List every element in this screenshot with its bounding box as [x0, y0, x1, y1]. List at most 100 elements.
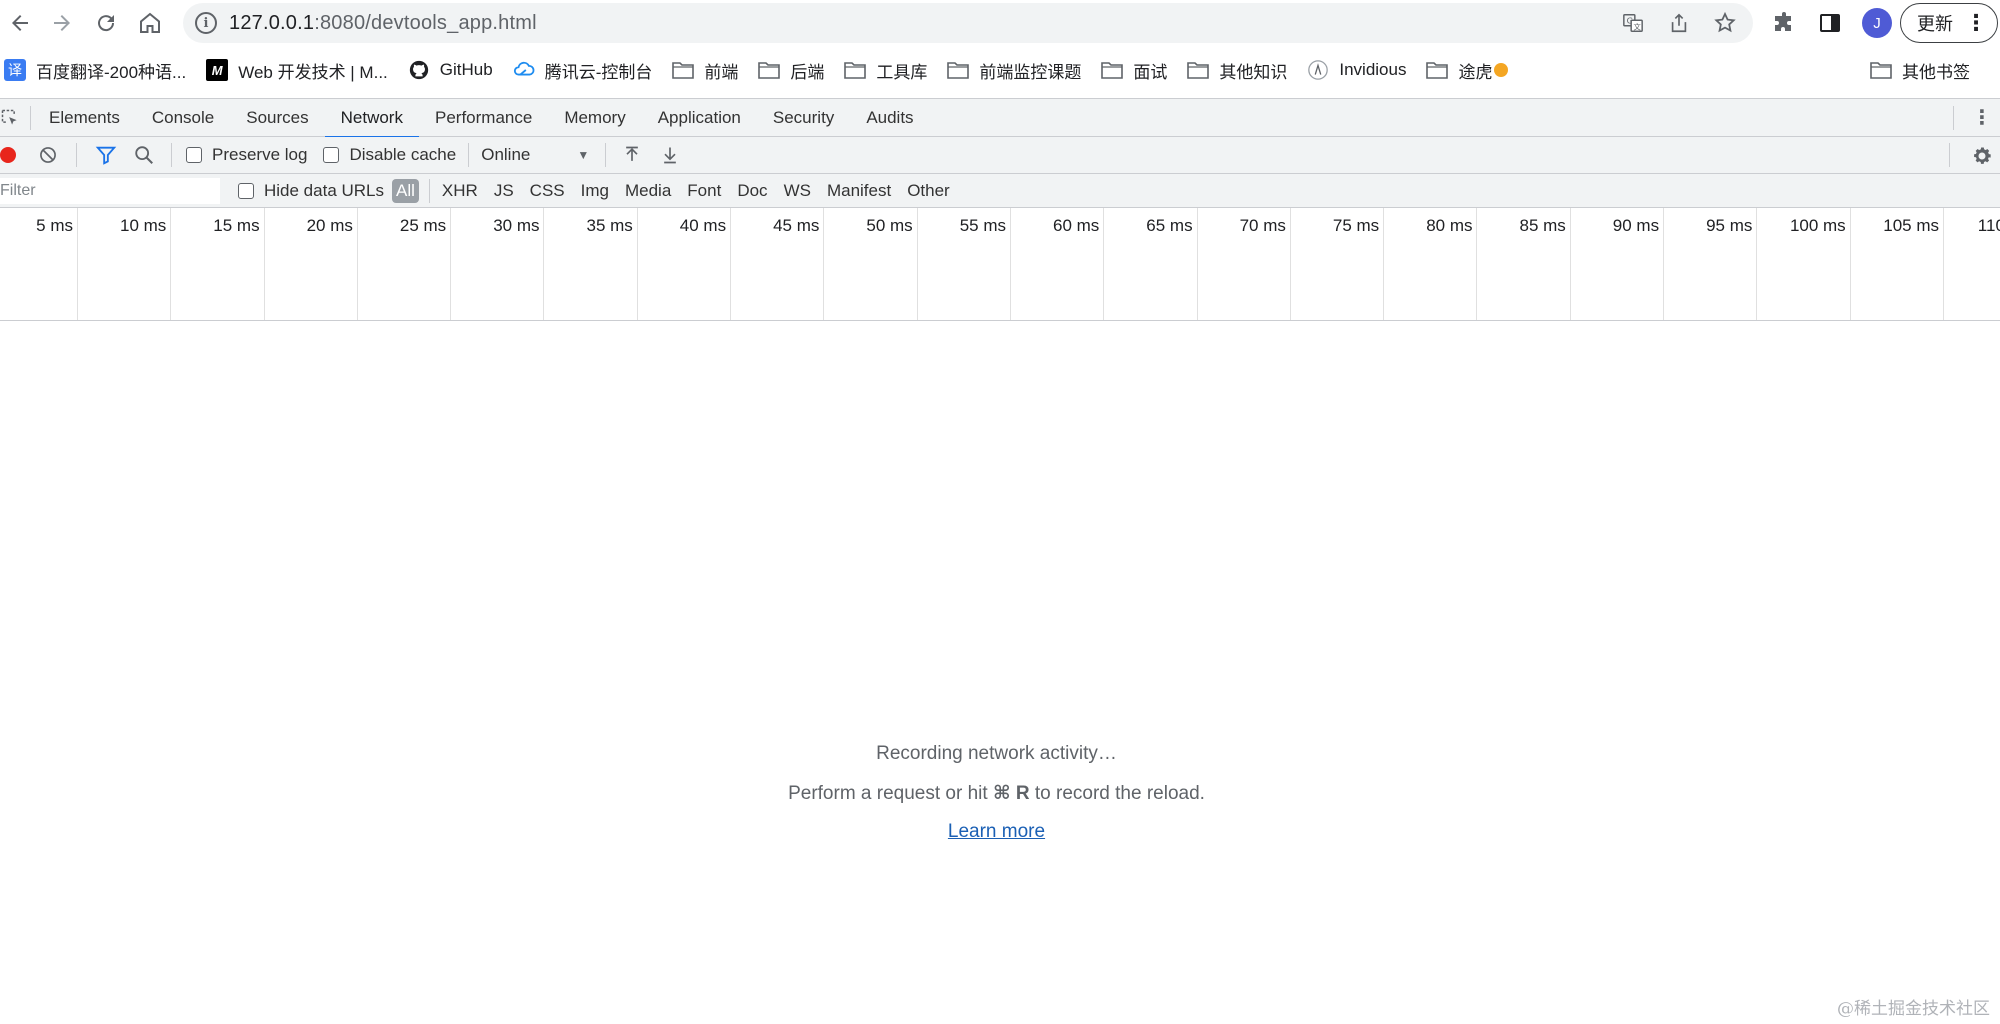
timeline-tick: 65 ms	[1104, 208, 1198, 320]
bookmark-other-bookmarks[interactable]: 其他书签	[1870, 55, 1970, 85]
tab-label: Memory	[564, 107, 626, 127]
filter-type-ws[interactable]: WS	[778, 179, 817, 203]
timeline-tick: 70 ms	[1198, 208, 1291, 320]
timeline-tick: 5 ms	[0, 208, 78, 320]
tab-audits[interactable]: Audits	[850, 99, 929, 137]
import-har-button[interactable]	[622, 137, 642, 174]
timeline-tick-label: 15 ms	[213, 216, 260, 235]
timeline-tick: 45 ms	[731, 208, 825, 320]
bookmark-folder-frontend[interactable]: 前端	[672, 55, 738, 85]
bookmark-invidious[interactable]: Invidious	[1307, 55, 1406, 85]
tab-elements[interactable]: Elements	[49, 99, 136, 137]
timeline-tick-label: 75 ms	[1332, 216, 1380, 235]
disable-cache-checkbox[interactable]: Disable cache	[323, 137, 456, 174]
extensions-puzzle-icon[interactable]	[1770, 3, 1798, 43]
filter-type-manifest[interactable]: Manifest	[821, 179, 897, 203]
bookmark-folder-tools[interactable]: 工具库	[844, 55, 927, 85]
filter-type-all[interactable]: All	[392, 178, 419, 203]
clear-icon	[40, 147, 56, 163]
profile-avatar[interactable]: J	[1862, 8, 1892, 38]
divider	[30, 105, 31, 130]
browser-actions: J	[1770, 3, 1892, 43]
share-icon[interactable]	[1665, 9, 1693, 37]
bookmark-star-icon[interactable]	[1711, 9, 1739, 37]
site-info-icon[interactable]: i	[195, 12, 217, 34]
forward-button[interactable]	[42, 3, 82, 43]
timeline-tick: 55 ms	[918, 208, 1011, 320]
update-button[interactable]: 更新 ⋮	[1900, 3, 1998, 43]
timeline-tick-label: 100 ms	[1789, 216, 1846, 235]
filter-type-other[interactable]: Other	[901, 179, 956, 203]
tab-console[interactable]: Console	[136, 99, 230, 137]
bookmark-folder-monitoring[interactable]: 前端监控课题	[947, 55, 1081, 85]
recording-message: Recording network activity…	[876, 743, 1117, 764]
checkbox-box	[323, 147, 340, 163]
filter-input[interactable]	[0, 177, 220, 204]
reload-button[interactable]	[86, 3, 126, 43]
filter-type-xhr[interactable]: XHR	[436, 179, 484, 203]
side-panel-icon[interactable]	[1816, 3, 1844, 43]
browser-toolbar: i 127.0.0.1:8080/devtools_app.html G文 J …	[0, 0, 2000, 46]
export-har-button[interactable]	[660, 137, 680, 174]
bookmark-folder-backend[interactable]: 后端	[758, 55, 824, 85]
address-bar[interactable]: i 127.0.0.1:8080/devtools_app.html G文	[183, 3, 1753, 43]
filter-type-img[interactable]: Img	[575, 179, 615, 203]
filter-type-media[interactable]: Media	[619, 179, 677, 203]
timeline-tick: 20 ms	[265, 208, 358, 320]
timeline-tick: 90 ms	[1571, 208, 1665, 320]
bookmark-folder-interview[interactable]: 面试	[1101, 55, 1167, 85]
browser-menu-icon[interactable]: ⋮	[1965, 11, 1987, 35]
bookmark-baidu-translate[interactable]: 译 百度翻译-200种语...	[4, 55, 186, 85]
devtools-menu-icon[interactable]: ⋮	[1972, 107, 1992, 129]
tab-network[interactable]: Network	[324, 98, 420, 138]
timeline-tick-label: 50 ms	[866, 216, 913, 235]
tab-application[interactable]: Application	[642, 99, 757, 137]
translate-page-icon[interactable]: G文	[1619, 9, 1647, 37]
network-overview-timeline[interactable]: 5 ms 10 ms 15 ms 20 ms 25 ms 30 ms 35 ms 40 ms 4…	[0, 208, 2000, 321]
bookmark-mdn[interactable]: M Web 开发技术 | M...	[206, 55, 388, 85]
timeline-tick-label: 35 ms	[586, 216, 633, 235]
filter-type-font[interactable]: Font	[681, 179, 727, 203]
folder-icon	[672, 59, 695, 81]
bookmark-folder-tuhu[interactable]: 途虎	[1426, 55, 1509, 85]
tab-sources[interactable]: Sources	[230, 99, 324, 137]
bookmark-github[interactable]: GitHub	[408, 55, 493, 85]
update-label: 更新	[1917, 14, 1953, 34]
timeline-tick: 75 ms	[1291, 208, 1385, 320]
preserve-log-checkbox[interactable]: Preserve log	[186, 137, 307, 174]
filter-funnel-icon	[95, 146, 117, 165]
bookmark-tencent-cloud[interactable]: 腾讯云-控制台	[513, 55, 652, 85]
folder-icon	[1426, 59, 1449, 81]
timeline-tick: 30 ms	[451, 208, 545, 320]
clear-button[interactable]	[38, 137, 58, 174]
tab-label: Audits	[866, 107, 914, 127]
learn-more-link[interactable]: Learn more	[948, 821, 1045, 842]
throttling-select[interactable]: Online ▼	[481, 137, 589, 174]
network-settings-button[interactable]	[1970, 144, 1994, 168]
divider	[605, 143, 607, 167]
record-button[interactable]	[0, 137, 16, 174]
timeline-tick: 10 ms	[78, 208, 172, 320]
inspect-element-icon[interactable]	[0, 99, 22, 137]
filter-type-css[interactable]: CSS	[524, 179, 571, 203]
back-button[interactable]	[0, 3, 40, 43]
reload-hint: Perform a request or hit ⌘ R to record t…	[0, 782, 1993, 805]
hide-data-urls-label: Hide data URLs	[264, 180, 385, 200]
tab-label: Performance	[434, 107, 533, 127]
url-text[interactable]: 127.0.0.1:8080/devtools_app.html	[229, 12, 537, 35]
filter-toggle-button[interactable]	[95, 137, 117, 174]
tab-performance[interactable]: Performance	[419, 99, 548, 137]
home-button[interactable]	[130, 3, 170, 43]
reload-hint-prefix: Perform a request or hit	[788, 783, 993, 804]
bookmark-folder-other-knowledge[interactable]: 其他知识	[1187, 55, 1287, 85]
filter-type-doc[interactable]: Doc	[731, 179, 773, 203]
hide-data-urls-checkbox[interactable]: Hide data URLs	[238, 174, 384, 208]
tab-security[interactable]: Security	[757, 99, 850, 137]
filter-type-js[interactable]: JS	[488, 179, 520, 203]
search-button[interactable]	[133, 137, 155, 174]
mdn-icon: M	[206, 59, 229, 81]
tab-memory[interactable]: Memory	[548, 99, 641, 137]
timeline-tick-label: 70 ms	[1239, 216, 1286, 235]
reload-shortcut: ⌘ R	[992, 783, 1030, 804]
tab-label: Elements	[49, 107, 120, 127]
